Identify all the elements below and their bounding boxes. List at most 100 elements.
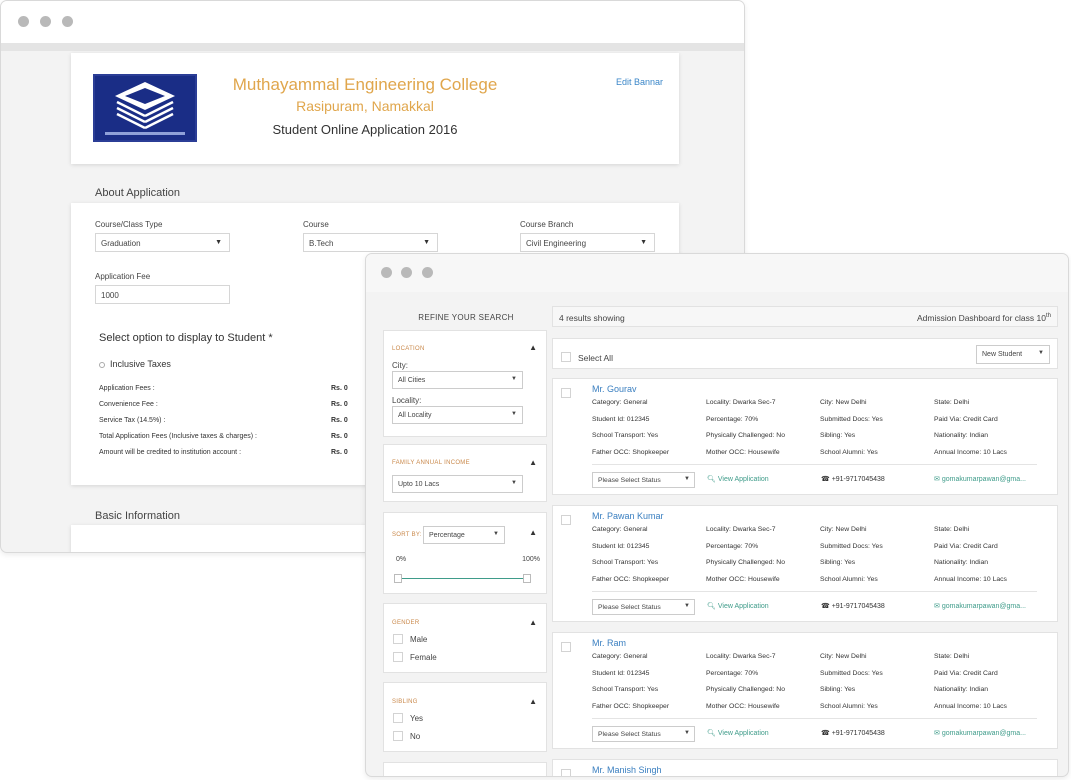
student-detail-cell: State: Delhi <box>934 526 969 533</box>
range-max-label: 100% <box>522 556 540 563</box>
student-checkbox[interactable] <box>561 388 571 398</box>
status-select[interactable]: Please Select Status ▼ <box>592 472 695 488</box>
locality-select[interactable]: All Locality ▼ <box>392 406 523 424</box>
college-logo <box>93 74 197 142</box>
city-select[interactable]: All Cities ▼ <box>392 371 523 389</box>
student-detail-cell: Student Id: 012345 <box>592 543 649 550</box>
application-title: Student Online Application 2016 <box>272 122 458 137</box>
window-control-dot[interactable] <box>40 16 51 27</box>
fee-amount: Rs. 0 <box>331 449 348 456</box>
inclusive-taxes-radio[interactable]: Inclusive Taxes <box>99 359 171 369</box>
course-type-select[interactable]: Graduation ▼ <box>95 233 230 252</box>
email-link[interactable]: ✉ gomakumarpawan@gma... <box>934 729 1026 737</box>
detail-key: Nationality: <box>934 432 968 439</box>
student-detail-cell: School Alumni: Yes <box>820 449 878 456</box>
sort-value: Percentage <box>429 532 465 539</box>
detail-key: Student Id: <box>592 669 625 677</box>
detail-key: Physically Challenged: <box>706 559 775 566</box>
student-checkbox[interactable] <box>561 515 571 525</box>
percentage-range-track[interactable] <box>398 578 528 579</box>
detail-value: Delhi <box>953 526 970 533</box>
sibling-no-checkbox[interactable] <box>393 731 403 741</box>
fee-row: Convenience Fee : Rs. 0 <box>99 401 349 408</box>
detail-value: Yes <box>844 686 856 693</box>
student-detail-cell: Percentage: 70% <box>706 543 758 550</box>
locality-label: Locality: <box>392 396 422 405</box>
detail-value: Yes <box>871 669 883 677</box>
email-link[interactable]: ✉ gomakumarpawan@gma... <box>934 602 1026 610</box>
student-checkbox[interactable] <box>561 769 571 776</box>
detail-value: 012345 <box>626 415 650 423</box>
female-checkbox[interactable] <box>393 652 403 662</box>
sort-select[interactable]: Percentage ▼ <box>423 526 505 544</box>
status-select[interactable]: Please Select Status ▼ <box>592 726 695 742</box>
income-select[interactable]: Upto 10 Lacs ▼ <box>392 475 523 493</box>
course-type-label: Course/Class Type <box>95 220 163 229</box>
income-value: Upto 10 Lacs <box>398 481 440 488</box>
fee-label: Service Tax (14.5%) : <box>99 417 166 424</box>
fee-label: Amount will be credited to institution a… <box>99 449 242 456</box>
detail-key: Annual Income: <box>934 448 982 456</box>
male-checkbox[interactable] <box>393 634 403 644</box>
student-detail-cell: School Transport: Yes <box>592 559 658 566</box>
student-detail-cell: State: Delhi <box>934 653 969 660</box>
status-select[interactable]: Please Select Status ▼ <box>592 599 695 615</box>
fee-label: Convenience Fee : <box>99 401 158 408</box>
view-application-link[interactable]: 🔍︎ View Application <box>707 602 769 610</box>
college-name: Muthayammal Engineering College <box>232 75 498 94</box>
student-detail-cell: Submitted Docs: Yes <box>820 416 883 423</box>
detail-value: Housewife <box>747 702 780 710</box>
student-checkbox[interactable] <box>561 642 571 652</box>
radio-button[interactable] <box>99 361 105 368</box>
chevron-up-icon[interactable]: ▲ <box>529 458 537 467</box>
window-control-dot[interactable] <box>422 267 433 278</box>
chevron-up-icon[interactable]: ▲ <box>529 697 537 706</box>
detail-value: 012345 <box>626 542 650 550</box>
select-all-checkbox[interactable] <box>561 352 571 362</box>
status-value: Please Select Status <box>598 604 661 611</box>
detail-value: General <box>623 653 648 660</box>
edit-banner-link[interactable]: Edit Bannar <box>616 77 663 87</box>
chevron-up-icon[interactable]: ▲ <box>529 528 537 537</box>
sibling-yes-checkbox[interactable] <box>393 713 403 723</box>
application-fee-input[interactable]: 1000 <box>95 285 230 304</box>
student-name[interactable]: Mr. Pawan Kumar <box>592 511 664 521</box>
course-branch-select[interactable]: Civil Engineering ▼ <box>520 233 655 252</box>
caret-down-icon: ▼ <box>1038 350 1044 356</box>
inclusive-taxes-label: Inclusive Taxes <box>110 359 171 369</box>
student-detail-cell: City: New Delhi <box>820 399 866 406</box>
display-option-title: Select option to display to Student * <box>99 332 273 344</box>
window-control-dot[interactable] <box>381 267 392 278</box>
results-bar: 4 results showing Admission Dashboard fo… <box>552 306 1058 327</box>
sort-filter: SORT BY: Percentage ▼ ▲ 0% 100% <box>383 512 547 594</box>
chevron-up-icon[interactable]: ▲ <box>529 343 537 352</box>
location-filter: LOCATION ▲ City: All Cities ▼ Locality: A… <box>383 330 547 437</box>
student-name[interactable]: Mr. Ram <box>592 638 626 648</box>
window-control-dot[interactable] <box>401 267 412 278</box>
course-branch-label: Course Branch <box>520 220 574 229</box>
student-detail-cell: Category: General <box>592 526 648 533</box>
window-control-dot[interactable] <box>18 16 29 27</box>
detail-value: 70% <box>744 669 759 677</box>
range-min-handle[interactable] <box>394 574 402 583</box>
student-name[interactable]: Mr. Gourav <box>592 384 637 394</box>
student-type-select[interactable]: New Student ▼ <box>976 345 1050 364</box>
range-max-handle[interactable] <box>523 574 531 583</box>
window-control-dot[interactable] <box>62 16 73 27</box>
student-name[interactable]: Mr. Manish Singh <box>592 765 662 775</box>
detail-key: School Alumni: <box>820 575 865 583</box>
view-application-link[interactable]: 🔍︎ View Application <box>707 729 769 737</box>
mail-icon: ✉ <box>934 603 940 610</box>
detail-value: 10 Lacs <box>983 448 1007 456</box>
status-value: Please Select Status <box>598 477 661 484</box>
detail-value: 012345 <box>626 669 650 677</box>
chevron-up-icon[interactable]: ▲ <box>529 618 537 627</box>
email-value: gomakumarpawan@gma... <box>941 476 1026 483</box>
student-detail-cell: Submitted Docs: Yes <box>820 543 883 550</box>
window-titlebar <box>366 254 1068 292</box>
course-select[interactable]: B.Tech ▼ <box>303 233 438 252</box>
detail-value: Yes <box>647 559 659 566</box>
email-link[interactable]: ✉ gomakumarpawan@gma... <box>934 475 1026 483</box>
view-application-link[interactable]: 🔍︎ View Application <box>707 475 769 483</box>
detail-key: State: <box>934 526 952 533</box>
